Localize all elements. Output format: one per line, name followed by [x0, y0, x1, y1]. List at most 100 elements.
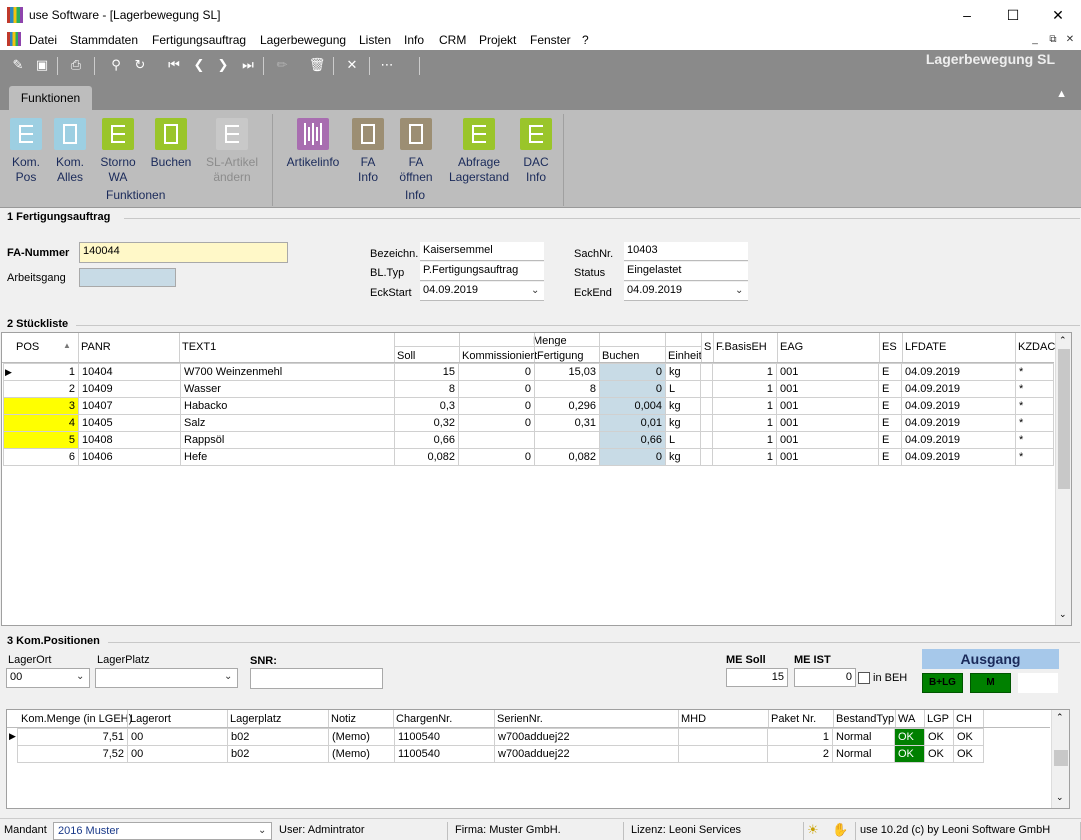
menu-help[interactable]: ? [582, 33, 589, 47]
sun-icon[interactable]: ☀ [807, 822, 819, 838]
menu-projekt[interactable]: Projekt [479, 33, 516, 47]
cell-notiz[interactable]: (Memo) [328, 728, 395, 746]
close-icon[interactable]: ✕ [1035, 0, 1081, 30]
edit-icon[interactable]: ✏ [272, 56, 292, 76]
table-row[interactable]: 6 10406 Hefe 0,082 0 0,082 0 kg 1 001 E 04.09.2019 * [3, 448, 1054, 466]
ribbon-button-fa-info[interactable]: FA Info [348, 118, 388, 185]
column-header-chargennr-[interactable]: ChargenNr. [396, 713, 452, 725]
menu-lagerbewegung[interactable]: Lagerbewegung [260, 33, 346, 47]
column-header-kzdac[interactable]: KZDAC [1018, 341, 1055, 353]
ribbon-button-storno-wa[interactable]: Storno WA [94, 118, 142, 185]
column-header-kommissioniert[interactable]: Kommissioniert [462, 350, 537, 362]
hand-icon[interactable]: ✋ [832, 822, 848, 838]
cell-buchen[interactable]: 0,004 [599, 397, 666, 415]
scroll-down-icon[interactable]: ⌄ [1059, 609, 1067, 620]
snr-input[interactable] [250, 668, 383, 689]
cell-buchen[interactable]: 0 [599, 448, 666, 466]
column-header-text1[interactable]: TEXT1 [182, 341, 216, 353]
column-header-pos[interactable]: POS [16, 341, 39, 353]
in-beh-checkbox[interactable] [858, 672, 870, 684]
mdi-restore-icon[interactable]: ⧉ [1046, 33, 1060, 47]
column-header-wa[interactable]: WA [898, 713, 915, 725]
refresh-icon[interactable]: ↻ [130, 56, 150, 76]
first-record-icon[interactable]: ⏮ [164, 56, 184, 76]
column-header-soll[interactable]: Soll [397, 350, 415, 362]
prev-record-icon[interactable]: ❮ [189, 56, 209, 76]
blg-button[interactable]: B+LG [922, 673, 963, 693]
column-header-s[interactable]: S [704, 341, 711, 353]
more-icon[interactable]: ⋯ [377, 56, 397, 76]
column-header-es[interactable]: ES [882, 341, 897, 353]
next-record-icon[interactable]: ❯ [213, 56, 233, 76]
table-row[interactable]: 7,51 00 b02 (Memo) 1100540 w700adduej22 1 Norma… [17, 728, 984, 746]
chevron-down-icon[interactable]: ⌄ [735, 285, 743, 296]
column-header-bestandtyp[interactable]: BestandTyp [836, 713, 894, 725]
kom-table[interactable]: 7,51 00 b02 (Memo) 1100540 w700adduej22 1 Norma… [17, 728, 984, 763]
column-header-paket-nr-[interactable]: Paket Nr. [771, 713, 816, 725]
arbeitsgang-input[interactable] [79, 268, 176, 287]
last-record-icon[interactable]: ⏭ [238, 56, 258, 76]
table-row[interactable]: 7,52 00 b02 (Memo) 1100540 w700adduej22 2 Norma… [17, 745, 984, 763]
menu-datei[interactable]: Datei [29, 33, 57, 47]
m-button[interactable]: M [970, 673, 1011, 693]
column-header-buchen[interactable]: Buchen [602, 350, 639, 362]
column-header-kom-menge-in-lgeh-[interactable]: Kom.Menge (in LGEH) [21, 713, 132, 725]
menu-crm[interactable]: CRM [439, 33, 466, 47]
maximize-icon[interactable]: ☐ [990, 0, 1036, 30]
scroll-up-icon[interactable]: ⌃ [1059, 335, 1067, 346]
ribbon-button-dac-info[interactable]: DAC Info [515, 118, 557, 185]
column-header-einheit[interactable]: Einheit [668, 350, 702, 362]
delete-icon[interactable]: 🗑 [307, 56, 327, 76]
mdi-minimize-icon[interactable]: _ [1028, 33, 1042, 47]
cell-notiz[interactable]: (Memo) [328, 745, 395, 763]
ribbon-button-kom-alles[interactable]: Kom. Alles [52, 118, 88, 185]
ribbon-button-kom-pos[interactable]: Kom. Pos [8, 118, 44, 185]
ribbon-button-artikelinfo[interactable]: Artikelinfo [282, 118, 344, 170]
column-header-lagerort[interactable]: Lagerort [130, 713, 171, 725]
menu-info[interactable]: Info [404, 33, 424, 47]
chevron-down-icon[interactable]: ⌄ [76, 671, 84, 682]
menu-listen[interactable]: Listen [359, 33, 391, 47]
sort-asc-icon[interactable]: ▲ [63, 341, 71, 350]
column-header-panr[interactable]: PANR [81, 341, 111, 353]
table-row[interactable]: 5 10408 Rappsöl 0,66 0,66 L 1 001 E 04.09.2019 * [3, 431, 1054, 449]
column-header-eag[interactable]: EAG [780, 341, 803, 353]
ribbon-collapse-icon[interactable]: ▲ [1056, 88, 1067, 100]
menu-fertigungsauftrag[interactable]: Fertigungsauftrag [152, 33, 246, 47]
scroll-thumb[interactable] [1054, 750, 1068, 766]
ribbon-button-fa-oeffnen[interactable]: FA öffnen [393, 118, 439, 185]
chevron-down-icon[interactable]: ⌄ [531, 285, 539, 296]
cell-buchen[interactable]: 0,01 [599, 414, 666, 432]
tab-funktionen[interactable]: Funktionen [9, 86, 92, 110]
mdi-close-icon[interactable]: ✕ [1063, 33, 1077, 47]
lagerplatz-select[interactable] [95, 668, 238, 688]
column-header-fertigung[interactable]: Fertigung [537, 350, 583, 362]
print-icon[interactable]: ⎙ [66, 56, 86, 76]
column-header-lgp[interactable]: LGP [927, 713, 949, 725]
scroll-up-icon[interactable]: ⌃ [1056, 712, 1064, 723]
fa-nummer-input[interactable]: 140044 [79, 242, 288, 263]
kom-scrollbar[interactable]: ⌃ ⌄ [1051, 710, 1069, 808]
table-row[interactable]: 2 10409 Wasser 8 0 8 0 L 1 001 E 04.09.2019 * [3, 380, 1054, 398]
table-row[interactable]: 3 10407 Habacko 0,3 0 0,296 0,004 kg 1 001 E 04.09.… [3, 397, 1054, 415]
chevron-down-icon[interactable]: ⌄ [258, 825, 266, 836]
stueckliste-scrollbar[interactable]: ⌃ ⌄ [1055, 333, 1071, 625]
eckstart-field[interactable]: 04.09.2019 [420, 282, 544, 301]
cancel-icon[interactable]: ✕ [342, 56, 362, 76]
scroll-thumb[interactable] [1058, 349, 1070, 489]
column-header-mhd[interactable]: MHD [681, 713, 706, 725]
save-icon[interactable]: ▣ [32, 56, 52, 76]
column-header-notiz[interactable]: Notiz [331, 713, 356, 725]
eckend-field[interactable]: 04.09.2019 [624, 282, 748, 301]
column-header-lfdate[interactable]: LFDATE [905, 341, 946, 353]
minimize-icon[interactable]: – [944, 0, 990, 30]
scroll-down-icon[interactable]: ⌄ [1056, 792, 1064, 803]
menu-fenster[interactable]: Fenster [530, 33, 571, 47]
column-header-ch[interactable]: CH [956, 713, 972, 725]
cell-buchen[interactable]: 0 [599, 380, 666, 398]
cell-buchen[interactable]: 0,66 [599, 431, 666, 449]
cell-buchen[interactable]: 0 [599, 363, 666, 381]
search-icon[interactable]: ⚲ [106, 56, 126, 76]
new-icon[interactable]: ✎ [8, 56, 28, 76]
column-header-f-basiseh[interactable]: F.BasisEH [716, 341, 767, 353]
